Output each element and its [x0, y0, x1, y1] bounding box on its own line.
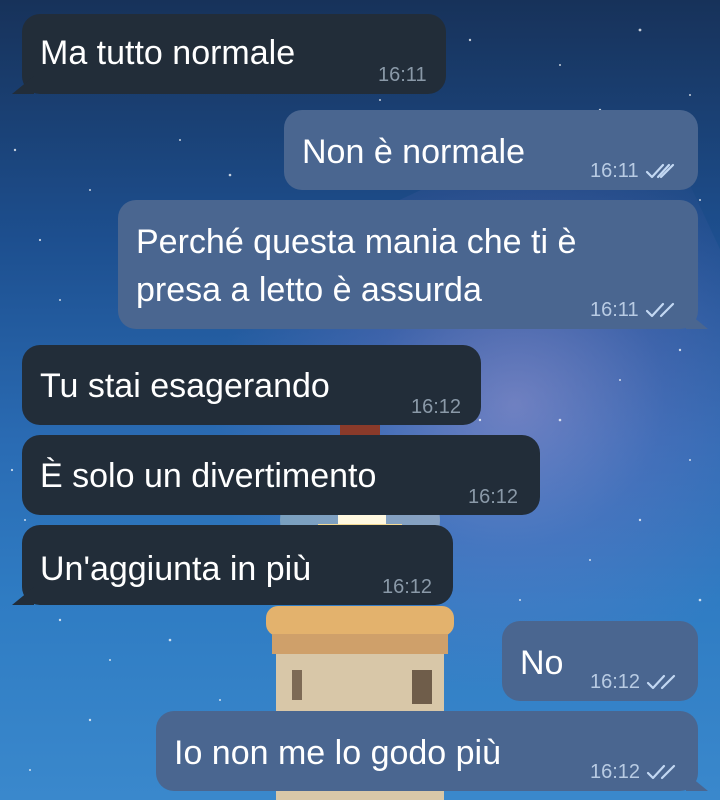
message-text: È solo un divertimento	[40, 457, 377, 495]
message-timestamp: 16:12	[411, 396, 462, 418]
message-timestamp: 16:11	[590, 299, 639, 321]
message-text: Perché questa mania che ti è presa a let…	[136, 223, 577, 309]
message-timestamp: 16:11	[378, 64, 427, 86]
message-text: Io non me lo godo più	[174, 734, 502, 772]
message-text: No	[520, 644, 564, 682]
message-meta: 16:12	[590, 760, 680, 784]
double-check-icon	[646, 674, 676, 690]
message-meta: 16:12	[411, 395, 461, 419]
message-text: Tu stai esagerando	[40, 367, 330, 405]
message-meta: 16:12	[382, 575, 432, 599]
incoming-message-bubble[interactable]: Un'aggiunta in più 16:12	[22, 525, 453, 605]
message-text: Non è normale	[302, 133, 526, 171]
double-check-icon	[645, 163, 674, 179]
message-timestamp: 16:12	[590, 761, 641, 783]
message-meta: 16:12	[468, 485, 518, 509]
outgoing-message-bubble[interactable]: Io non me lo godo più 16:12	[156, 711, 698, 791]
message-meta: 16:11	[378, 63, 427, 87]
message-meta: 16:11	[590, 298, 679, 322]
message-timestamp: 16:12	[468, 486, 519, 508]
incoming-message-bubble[interactable]: È solo un divertimento 16:12	[22, 435, 540, 515]
outgoing-message-bubble[interactable]: Perché questa mania che ti è presa a let…	[118, 200, 698, 329]
message-meta: 16:12	[590, 670, 680, 694]
message-meta: 16:11	[590, 159, 679, 183]
incoming-message-bubble[interactable]: Ma tutto normale 16:11	[22, 14, 446, 94]
message-timestamp: 16:12	[590, 671, 641, 693]
outgoing-message-bubble[interactable]: No 16:12	[502, 621, 698, 701]
message-timestamp: 16:12	[382, 576, 433, 598]
incoming-message-bubble[interactable]: Tu stai esagerando 16:12	[22, 345, 481, 425]
message-text: Ma tutto normale	[40, 34, 296, 72]
double-check-icon	[646, 764, 676, 780]
double-check-icon	[645, 302, 674, 318]
outgoing-message-bubble[interactable]: Non è normale 16:11	[284, 110, 698, 190]
message-text: Un'aggiunta in più	[40, 550, 312, 588]
message-timestamp: 16:11	[590, 160, 639, 182]
